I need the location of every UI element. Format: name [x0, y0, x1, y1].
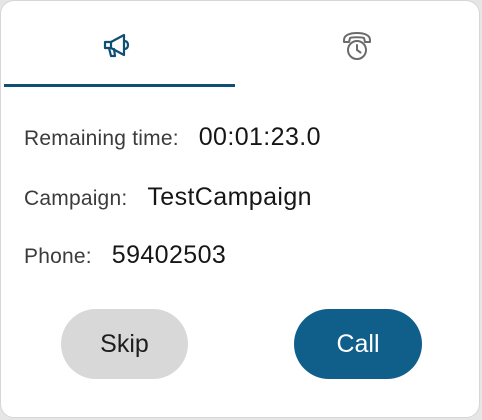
campaign-row: Campaign: TestCampaign [24, 183, 312, 212]
phone-clock-icon [339, 28, 375, 64]
phone-label: Phone: [24, 245, 92, 268]
campaign-call-panel: Remaining time: 00:01:23.0 Campaign: Tes… [0, 0, 480, 418]
call-button[interactable]: Call [294, 309, 422, 379]
remaining-time-value: 00:01:23.0 [198, 123, 321, 151]
tab-bar [1, 1, 479, 87]
campaign-label: Campaign: [24, 187, 128, 210]
megaphone-icon [100, 28, 136, 64]
phone-row: Phone: 59402503 [24, 241, 226, 270]
skip-button[interactable]: Skip [61, 309, 188, 379]
remaining-time-row: Remaining time: 00:01:23.0 [24, 123, 321, 152]
campaign-value: TestCampaign [147, 183, 312, 211]
remaining-time-label: Remaining time: [24, 127, 179, 150]
tab-call-history[interactable] [235, 1, 479, 87]
tab-campaign[interactable] [1, 1, 235, 87]
phone-value: 59402503 [111, 241, 227, 269]
